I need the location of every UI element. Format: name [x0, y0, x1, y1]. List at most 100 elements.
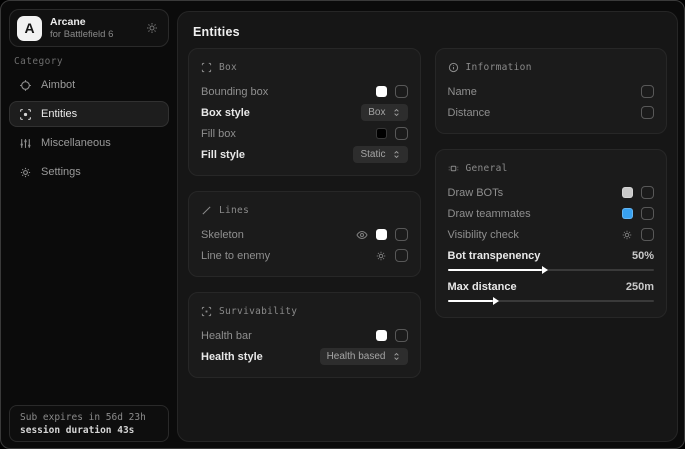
setting-row-visibility-check: Visibility check [448, 224, 655, 245]
gear-icon[interactable] [146, 22, 158, 34]
sub-expiry-text: Sub expires in 56d 23h [20, 411, 158, 424]
info-icon [448, 62, 459, 73]
app-subtitle: for Battlefield 6 [50, 29, 146, 41]
visibility-check-checkbox[interactable] [641, 228, 654, 241]
setting-row-health-bar: Health bar [201, 325, 408, 346]
color-swatch[interactable] [376, 86, 387, 97]
slider-value: 50% [632, 250, 654, 262]
color-swatch[interactable] [622, 208, 633, 219]
card-title: General [466, 163, 508, 174]
information-card: Information Name Distance [435, 48, 668, 134]
sidebar: A Arcane for Battlefield 6 Category [1, 1, 177, 448]
scan-dot-icon [201, 306, 212, 317]
health-style-dropdown[interactable]: Health based [320, 348, 408, 365]
sidebar-item-aimbot[interactable]: Aimbot [9, 72, 169, 98]
max-distance-slider[interactable] [448, 300, 655, 302]
gear-icon [19, 166, 32, 179]
general-card-header: General [448, 159, 655, 177]
setting-row-fill-style: Fill style Static [201, 144, 408, 165]
gear-icon[interactable] [375, 250, 387, 262]
bot-transparency-slider[interactable] [448, 269, 655, 271]
general-card: General Draw BOTs Draw teammates [435, 149, 668, 318]
setting-row-name: Name [448, 81, 655, 102]
sidebar-item-label: Aimbot [41, 79, 75, 91]
grid-box-icon [448, 163, 459, 174]
skeleton-checkbox[interactable] [395, 228, 408, 241]
box-card: Box Bounding box Box style Box [188, 48, 421, 176]
subscription-info-box: Sub expires in 56d 23h session duration … [9, 405, 169, 442]
app-avatar: A [17, 16, 42, 41]
health-bar-checkbox[interactable] [395, 329, 408, 342]
setting-label: Health bar [201, 330, 252, 342]
sidebar-item-miscellaneous[interactable]: Miscellaneous [9, 130, 169, 156]
gear-icon[interactable] [621, 229, 633, 241]
setting-row-health-style: Health style Health based [201, 346, 408, 367]
draw-teammates-checkbox[interactable] [641, 207, 654, 220]
slider-fill[interactable] [448, 269, 543, 271]
dropdown-value: Health based [327, 351, 386, 362]
color-swatch[interactable] [376, 229, 387, 240]
setting-row-bounding-box: Bounding box [201, 81, 408, 102]
card-title: Box [219, 62, 237, 73]
setting-label: Max distance [448, 281, 517, 293]
lines-card-header: Lines [201, 201, 408, 219]
color-swatch[interactable] [376, 330, 387, 341]
slider-fill[interactable] [448, 300, 493, 302]
app-window: A Arcane for Battlefield 6 Category [0, 0, 685, 449]
color-swatch[interactable] [622, 187, 633, 198]
setting-row-fill-box: Fill box [201, 123, 408, 144]
setting-label: Skeleton [201, 229, 244, 241]
setting-label: Bot transpenency [448, 250, 541, 262]
survivability-card-header: Survivability [201, 302, 408, 320]
setting-label: Box style [201, 107, 250, 119]
right-column: Information Name Distance [435, 48, 668, 378]
sidebar-item-entities[interactable]: Entities [9, 101, 169, 127]
setting-row-draw-teammates: Draw teammates [448, 203, 655, 224]
box-style-dropdown[interactable]: Box [361, 104, 407, 121]
card-title: Information [466, 62, 532, 73]
setting-label: Health style [201, 351, 263, 363]
line-to-enemy-checkbox[interactable] [395, 249, 408, 262]
dropdown-value: Static [360, 149, 385, 160]
category-label: Category [14, 56, 63, 67]
settings-columns: Box Bounding box Box style Box [188, 48, 667, 378]
eye-icon[interactable] [356, 229, 368, 241]
setting-label: Fill style [201, 149, 245, 161]
crosshair-icon [19, 79, 32, 92]
setting-row-line-to-enemy: Line to enemy [201, 245, 408, 266]
app-identity: Arcane for Battlefield 6 [50, 16, 146, 41]
setting-row-draw-bots: Draw BOTs [448, 182, 655, 203]
chevrons-up-down-icon [392, 150, 401, 159]
sidebar-item-label: Entities [41, 108, 77, 120]
setting-row-distance: Distance [448, 102, 655, 123]
diagonal-line-icon [201, 205, 212, 216]
color-swatch[interactable] [376, 128, 387, 139]
information-card-header: Information [448, 58, 655, 76]
card-title: Survivability [219, 306, 297, 317]
setting-label: Distance [448, 107, 491, 119]
setting-label: Name [448, 86, 477, 98]
setting-label: Fill box [201, 128, 236, 140]
setting-label: Line to enemy [201, 250, 270, 262]
name-checkbox[interactable] [641, 85, 654, 98]
fill-box-checkbox[interactable] [395, 127, 408, 140]
chevrons-up-down-icon [392, 108, 401, 117]
survivability-card: Survivability Health bar Health style He… [188, 292, 421, 378]
box-card-header: Box [201, 58, 408, 76]
setting-row-box-style: Box style Box [201, 102, 408, 123]
setting-label: Visibility check [448, 229, 519, 241]
fill-style-dropdown[interactable]: Static [353, 146, 407, 163]
sidebar-item-label: Miscellaneous [41, 137, 111, 149]
scan-brackets-icon [201, 62, 212, 73]
sidebar-item-settings[interactable]: Settings [9, 159, 169, 185]
bounding-box-checkbox[interactable] [395, 85, 408, 98]
distance-checkbox[interactable] [641, 106, 654, 119]
sidebar-item-label: Settings [41, 166, 81, 178]
sidebar-nav: Aimbot Entities [9, 72, 169, 185]
setting-label: Bounding box [201, 86, 268, 98]
draw-bots-checkbox[interactable] [641, 186, 654, 199]
setting-row-bot-transparency: Bot transpenency 50% [448, 245, 655, 276]
setting-label: Draw teammates [448, 208, 531, 220]
dropdown-value: Box [368, 107, 385, 118]
chevrons-up-down-icon [392, 352, 401, 361]
